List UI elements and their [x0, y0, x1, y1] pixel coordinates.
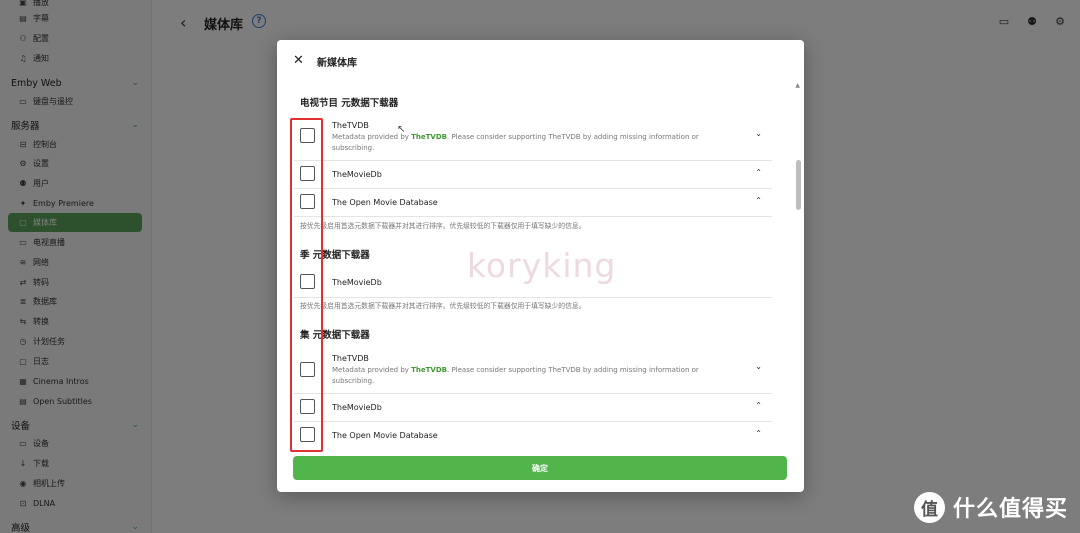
brand-text: 什么值得买	[952, 497, 1068, 522]
mouse-cursor-icon: ↖	[397, 124, 406, 135]
downloader-row-tvdb: TheTVDB Metadata provided by TheTVDB. Pl…	[294, 348, 772, 394]
scrollbar-thumb[interactable]	[796, 160, 801, 210]
chevron-up-icon[interactable]: ⌃	[755, 429, 762, 438]
downloader-name: The Open Movie Database	[332, 198, 438, 207]
chevron-up-icon[interactable]: ⌃	[755, 401, 762, 410]
chevron-up-icon[interactable]: ⌃	[755, 168, 762, 177]
downloader-row-omdb: The Open Movie Database ⌃	[294, 422, 772, 450]
downloader-description: Metadata provided by TheTVDB. Please con…	[332, 365, 722, 387]
chevron-up-icon[interactable]: ⌃	[755, 196, 762, 205]
scroll-up-icon[interactable]: ▲	[795, 82, 800, 89]
new-library-dialog: ✕ 新媒体库 ▲ 电视节目 元数据下载器 TheTVDB Metadata pr…	[277, 40, 804, 492]
tvdb-link[interactable]: TheTVDB	[411, 133, 447, 141]
watermark: koryking	[467, 246, 617, 285]
priority-hint: 按优先级启用首选元数据下载器并对其进行排序。优先级较低的下载器仅用于填写缺少的信…	[300, 222, 586, 230]
tvdb-link[interactable]: TheTVDB	[411, 366, 447, 374]
downloader-row-tvdb: TheTVDB Metadata provided by TheTVDB. Pl…	[294, 115, 772, 161]
chevron-down-icon[interactable]: ⌄	[755, 362, 762, 371]
downloader-row-omdb: The Open Movie Database ⌃	[294, 189, 772, 217]
priority-hint: 按优先级启用首选元数据下载器并对其进行排序。优先级较低的下载器仅用于填写缺少的信…	[300, 302, 586, 310]
smzdm-logo-icon: 值	[913, 491, 945, 523]
downloader-name: TheMovieDb	[332, 403, 382, 412]
downloader-name: TheTVDB	[332, 121, 369, 130]
dialog-title: 新媒体库	[317, 58, 357, 69]
downloader-row-tmdb: TheMovieDb ⌃	[294, 161, 772, 189]
tv-metadata-section-title: 电视节目 元数据下载器	[300, 98, 399, 109]
chevron-down-icon[interactable]: ⌄	[755, 129, 762, 138]
downloader-name: TheTVDB	[332, 354, 369, 363]
downloader-name: TheMovieDb	[332, 170, 382, 179]
close-icon[interactable]: ✕	[293, 53, 304, 68]
downloader-row-tmdb: TheMovieDb ⌃	[294, 394, 772, 422]
downloader-name: TheMovieDb	[332, 278, 382, 287]
desc-text: Metadata provided by	[332, 366, 412, 374]
highlight-annotation-box	[290, 118, 323, 452]
brand-watermark: 值 什么值得买	[913, 491, 1068, 523]
downloader-description: Metadata provided by TheTVDB. Please con…	[332, 132, 722, 154]
confirm-button[interactable]: 确定	[293, 456, 787, 480]
downloader-name: The Open Movie Database	[332, 431, 438, 440]
